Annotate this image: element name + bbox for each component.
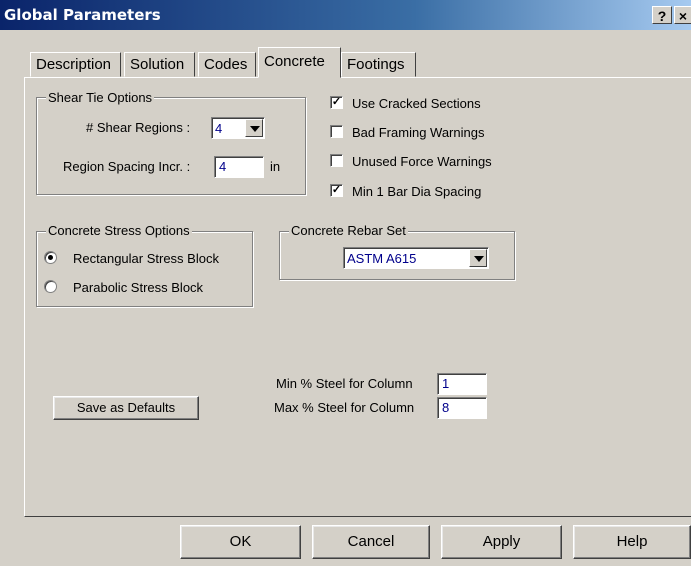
- unused-force-warnings-checkbox[interactable]: [330, 154, 343, 167]
- stress-options-group-label: Concrete Stress Options: [46, 223, 192, 238]
- tab-concrete[interactable]: Concrete: [258, 47, 341, 78]
- shear-tie-group: [36, 97, 306, 195]
- bad-framing-warnings-label[interactable]: Bad Framing Warnings: [352, 125, 484, 140]
- min-bar-dia-spacing-checkbox[interactable]: ✓: [330, 184, 343, 197]
- rebar-set-group-label: Concrete Rebar Set: [289, 223, 408, 238]
- use-cracked-sections-label[interactable]: Use Cracked Sections: [352, 96, 481, 111]
- bad-framing-warnings-checkbox[interactable]: [330, 125, 343, 138]
- use-cracked-sections-checkbox[interactable]: ✓: [330, 96, 343, 109]
- window-title: Global Parameters: [4, 6, 161, 24]
- parabolic-stress-label[interactable]: Parabolic Stress Block: [73, 280, 203, 295]
- rectangular-stress-label[interactable]: Rectangular Stress Block: [73, 251, 219, 266]
- min-bar-dia-spacing-label[interactable]: Min 1 Bar Dia Spacing: [352, 184, 481, 199]
- unused-force-warnings-label[interactable]: Unused Force Warnings: [352, 154, 492, 169]
- tab-footings[interactable]: Footings: [341, 52, 416, 77]
- ok-button[interactable]: OK: [180, 525, 301, 559]
- chevron-down-icon[interactable]: [469, 249, 487, 267]
- shear-regions-label: # Shear Regions :: [86, 120, 191, 135]
- parabolic-stress-radio[interactable]: [44, 280, 57, 293]
- region-spacing-label: Region Spacing Incr. :: [63, 159, 191, 174]
- region-spacing-input[interactable]: 4: [214, 156, 264, 178]
- max-steel-input[interactable]: 8: [437, 397, 487, 419]
- close-icon[interactable]: ×: [674, 6, 691, 24]
- radio-selected-dot: [48, 255, 53, 260]
- min-steel-input[interactable]: 1: [437, 373, 487, 395]
- chevron-down-icon[interactable]: [245, 119, 263, 137]
- min-steel-label: Min % Steel for Column: [276, 376, 413, 391]
- help-button[interactable]: Help: [573, 525, 691, 559]
- shear-tie-group-label: Shear Tie Options: [46, 90, 155, 105]
- shear-regions-value: 4: [215, 121, 223, 136]
- rebar-set-select[interactable]: ASTM A615: [343, 247, 489, 269]
- stress-options-group: [36, 231, 253, 307]
- tab-solution[interactable]: Solution: [124, 52, 195, 77]
- tab-description[interactable]: Description: [30, 52, 121, 77]
- shear-regions-select[interactable]: 4: [211, 117, 265, 139]
- region-spacing-unit: in: [270, 159, 281, 174]
- apply-button[interactable]: Apply: [441, 525, 562, 559]
- tab-codes[interactable]: Codes: [198, 52, 256, 77]
- rebar-set-value: ASTM A615: [347, 251, 417, 266]
- help-icon[interactable]: ?: [652, 6, 672, 24]
- save-defaults-button[interactable]: Save as Defaults: [53, 396, 199, 420]
- rectangular-stress-radio[interactable]: [44, 251, 57, 264]
- max-steel-label: Max % Steel for Column: [274, 400, 415, 415]
- cancel-button[interactable]: Cancel: [312, 525, 430, 559]
